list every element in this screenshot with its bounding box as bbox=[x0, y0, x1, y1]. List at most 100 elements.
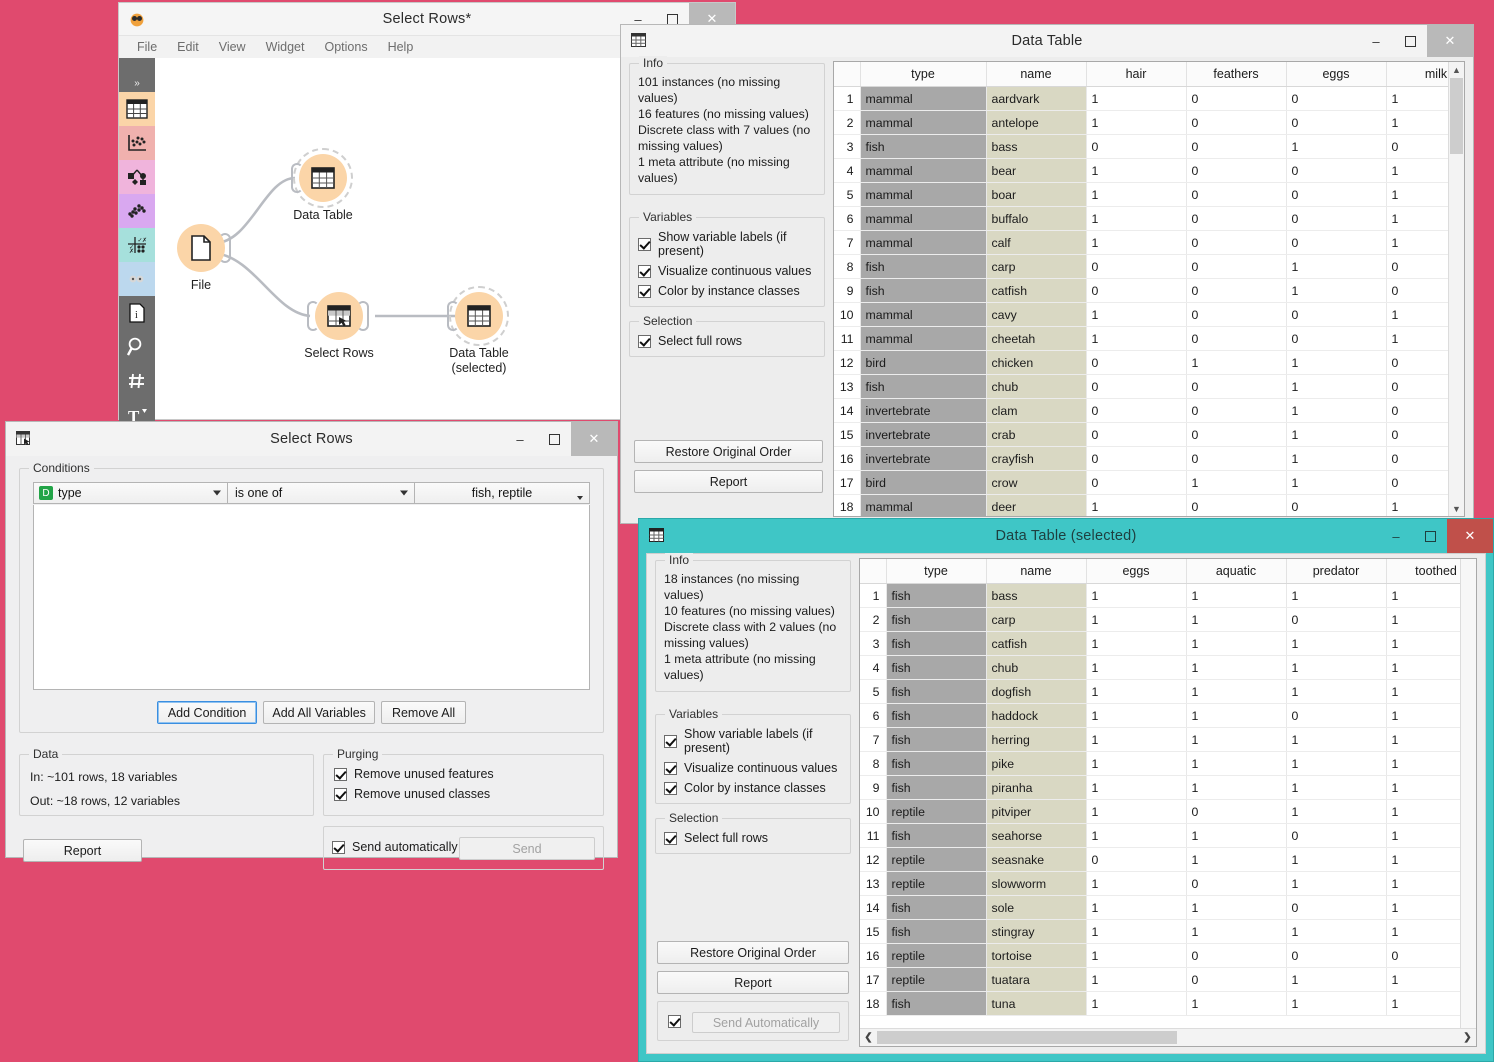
table-row[interactable]: 8fishcarp0010 bbox=[834, 255, 1449, 279]
checkbox-color-by-class[interactable]: Color by instance classes bbox=[638, 284, 816, 298]
close-button[interactable]: ✕ bbox=[571, 422, 617, 456]
table-row[interactable]: 9fishcatfish0010 bbox=[834, 279, 1449, 303]
scatter-plot-icon[interactable] bbox=[119, 126, 155, 160]
table-row[interactable]: 13fishchub0010 bbox=[834, 375, 1449, 399]
scrollbar-thumb[interactable] bbox=[1450, 78, 1463, 154]
table-row[interactable]: 14fishsole1101 bbox=[860, 896, 1462, 920]
workflow-node-select-rows[interactable] bbox=[315, 292, 363, 340]
table-row[interactable]: 18mammaldeer1001 bbox=[834, 495, 1449, 517]
checkbox-visualize-continuous[interactable]: Visualize continuous values bbox=[638, 264, 816, 278]
data-table-selected[interactable]: typenameeggsaquaticpredatortoothed 1fish… bbox=[860, 559, 1462, 1016]
column-header-eggs[interactable]: eggs bbox=[1286, 62, 1386, 87]
table-row[interactable]: 10mammalcavy1001 bbox=[834, 303, 1449, 327]
checkbox-remove-unused-classes[interactable]: Remove unused classes bbox=[334, 787, 593, 801]
table-row[interactable]: 3fishbass0010 bbox=[834, 135, 1449, 159]
column-header-index[interactable] bbox=[834, 62, 860, 87]
close-button[interactable]: ✕ bbox=[1447, 519, 1493, 553]
menu-options[interactable]: Options bbox=[314, 38, 377, 56]
report-button[interactable]: Report bbox=[657, 971, 849, 994]
column-header-index[interactable] bbox=[860, 559, 886, 584]
table-row[interactable]: 18fishtuna1111 bbox=[860, 992, 1462, 1016]
minimize-button[interactable]: – bbox=[1379, 519, 1413, 553]
table-row[interactable]: 9fishpiranha1111 bbox=[860, 776, 1462, 800]
table-row[interactable]: 2fishcarp1101 bbox=[860, 608, 1462, 632]
vertical-scrollbar[interactable]: ▲ ▼ bbox=[1448, 62, 1464, 516]
table-row[interactable]: 11fishseahorse1101 bbox=[860, 824, 1462, 848]
distribution-icon[interactable] bbox=[119, 194, 155, 228]
table-row[interactable]: 1fishbass1111 bbox=[860, 584, 1462, 608]
column-header-type[interactable]: type bbox=[886, 559, 986, 584]
workflow-node-data-table[interactable] bbox=[299, 154, 347, 202]
column-header-eggs[interactable]: eggs bbox=[1086, 559, 1186, 584]
zoom-icon[interactable] bbox=[119, 330, 155, 364]
select-rows-report-button[interactable]: Report bbox=[23, 839, 142, 862]
checkbox-show-variable-labels[interactable]: Show variable labels (if present) bbox=[638, 230, 816, 258]
table-row[interactable]: 16invertebratecrayfish0010 bbox=[834, 447, 1449, 471]
condition-row[interactable]: D type is one of fish, reptile bbox=[33, 482, 590, 504]
column-header-predator[interactable]: predator bbox=[1286, 559, 1386, 584]
table-row[interactable]: 14invertebrateclam0010 bbox=[834, 399, 1449, 423]
table-row[interactable]: 17birdcrow0110 bbox=[834, 471, 1449, 495]
table-row[interactable]: 15fishstingray1111 bbox=[860, 920, 1462, 944]
table-row[interactable]: 4mammalbear1001 bbox=[834, 159, 1449, 183]
table-row[interactable]: 17reptiletuatara1011 bbox=[860, 968, 1462, 992]
data-table-grid[interactable]: typenamehairfeatherseggsmilk 1mammalaard… bbox=[833, 61, 1465, 517]
maximize-button[interactable] bbox=[537, 422, 571, 456]
scroll-right-arrow[interactable]: ❯ bbox=[1459, 1032, 1476, 1043]
condition-value-combo[interactable]: fish, reptile bbox=[414, 482, 590, 504]
workflow-node-file[interactable] bbox=[177, 224, 225, 272]
conditions-empty-area[interactable] bbox=[33, 505, 590, 690]
send-button[interactable]: Send bbox=[459, 837, 595, 860]
table-row[interactable]: 7fishherring1111 bbox=[860, 728, 1462, 752]
menu-file[interactable]: File bbox=[127, 38, 167, 56]
add-all-variables-button[interactable]: Add All Variables bbox=[263, 701, 375, 724]
condition-operator-combo[interactable]: is one of bbox=[227, 482, 415, 504]
workflow-node-data-table-selected[interactable] bbox=[455, 292, 503, 340]
column-header-type[interactable]: type bbox=[860, 62, 986, 87]
checkbox-color-by-class[interactable]: Color by instance classes bbox=[664, 781, 842, 795]
select-rows-titlebar[interactable]: Select Rows – ✕ bbox=[6, 422, 617, 457]
table-row[interactable]: 4fishchub1111 bbox=[860, 656, 1462, 680]
table-row[interactable]: 3fishcatfish1111 bbox=[860, 632, 1462, 656]
data-table-selected-grid[interactable]: typenameeggsaquaticpredatortoothed 1fish… bbox=[859, 558, 1477, 1047]
condition-variable-combo[interactable]: D type bbox=[33, 482, 228, 504]
scroll-left-arrow[interactable]: ❮ bbox=[860, 1032, 877, 1043]
maximize-button[interactable] bbox=[1413, 519, 1447, 553]
table-row[interactable]: 8fishpike1111 bbox=[860, 752, 1462, 776]
data-table-icon[interactable] bbox=[119, 92, 155, 126]
restore-original-order-button[interactable]: Restore Original Order bbox=[657, 941, 849, 964]
send-automatically-button[interactable]: Send Automatically bbox=[692, 1012, 840, 1033]
checkbox-send-automatically[interactable] bbox=[668, 1015, 681, 1028]
minimize-button[interactable]: – bbox=[1359, 25, 1393, 57]
table-row[interactable]: 2mammalantelope1001 bbox=[834, 111, 1449, 135]
add-condition-button[interactable]: Add Condition bbox=[157, 701, 258, 724]
checkbox-select-full-rows[interactable]: Select full rows bbox=[664, 831, 842, 845]
scrollbar-thumb[interactable] bbox=[877, 1031, 1177, 1044]
close-button[interactable]: ✕ bbox=[1427, 25, 1473, 57]
checkbox-remove-unused-features[interactable]: Remove unused features bbox=[334, 767, 593, 781]
column-header-name[interactable]: name bbox=[986, 559, 1086, 584]
checkbox-visualize-continuous[interactable]: Visualize continuous values bbox=[664, 761, 842, 775]
table-row[interactable]: 13reptileslowworm1011 bbox=[860, 872, 1462, 896]
data-table[interactable]: typenamehairfeatherseggsmilk 1mammalaard… bbox=[834, 62, 1449, 516]
table-row[interactable]: 5mammalboar1001 bbox=[834, 183, 1449, 207]
maximize-button[interactable] bbox=[1393, 25, 1427, 57]
vertical-scrollbar[interactable] bbox=[1460, 559, 1476, 1028]
table-row[interactable]: 6mammalbuffalo1001 bbox=[834, 207, 1449, 231]
checkbox-send-automatically[interactable]: Send automatically bbox=[332, 840, 458, 854]
remove-all-button[interactable]: Remove All bbox=[381, 701, 466, 724]
chevron-more-icon[interactable]: » bbox=[119, 58, 155, 92]
grid-icon[interactable] bbox=[119, 364, 155, 398]
table-row[interactable]: 12birdchicken0110 bbox=[834, 351, 1449, 375]
table-row[interactable]: 15invertebratecrab0010 bbox=[834, 423, 1449, 447]
column-header-aquatic[interactable]: aquatic bbox=[1186, 559, 1286, 584]
table-row[interactable]: 1mammalaardvark1001 bbox=[834, 87, 1449, 111]
scroll-down-arrow[interactable]: ▼ bbox=[1449, 501, 1464, 516]
report-button[interactable]: Report bbox=[634, 470, 823, 493]
column-header-toothed[interactable]: toothed bbox=[1386, 559, 1462, 584]
info-icon[interactable]: i bbox=[119, 296, 155, 330]
tree-icon[interactable] bbox=[119, 160, 155, 194]
table-body[interactable]: 1mammalaardvark10012mammalantelope10013f… bbox=[834, 87, 1449, 517]
column-header-name[interactable]: name bbox=[986, 62, 1086, 87]
table-row[interactable]: 7mammalcalf1001 bbox=[834, 231, 1449, 255]
